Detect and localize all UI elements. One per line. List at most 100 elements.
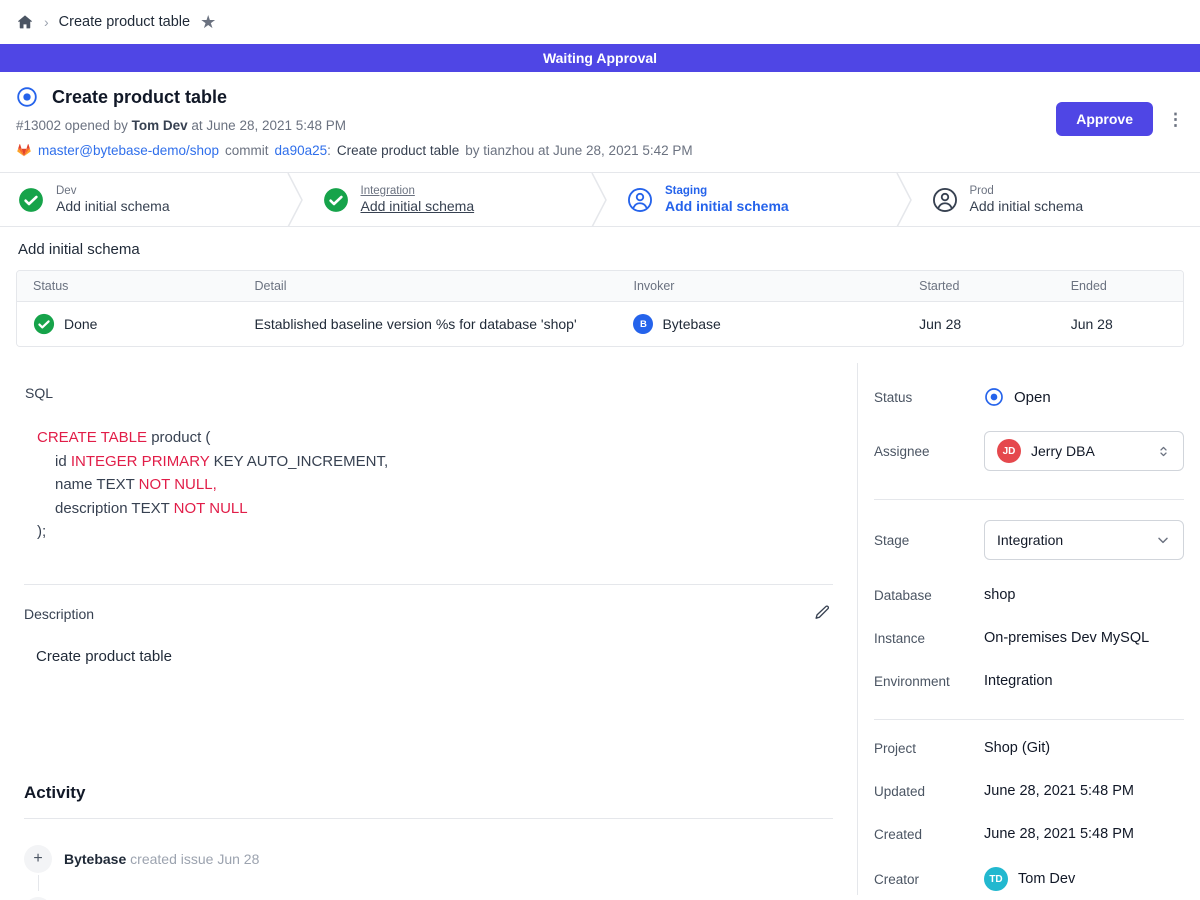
task-ended: Jun 28 xyxy=(1055,305,1183,343)
task-table: Status Detail Invoker Started Ended Done… xyxy=(16,270,1184,347)
created-label: Created xyxy=(874,827,984,842)
database-label: Database xyxy=(874,588,984,603)
assignee-label: Assignee xyxy=(874,444,984,459)
activity-actor: Bytebase xyxy=(64,851,126,867)
stage-separator xyxy=(896,173,914,227)
stage-select[interactable]: Integration xyxy=(984,520,1184,560)
check-circle-icon xyxy=(33,313,55,335)
invoker-avatar: B xyxy=(633,314,653,334)
plus-icon: + xyxy=(24,845,52,873)
issue-body: SQL CREATE TABLE product ( id INTEGER PR… xyxy=(0,363,857,895)
commit-message: Create product table xyxy=(337,143,459,158)
check-circle-icon xyxy=(18,187,44,213)
page-title: Create product table xyxy=(52,87,227,108)
created-value: June 28, 2021 5:48 PM xyxy=(984,826,1184,842)
sql-line: CREATE TABLE product ( xyxy=(37,426,833,450)
commit-line: master@bytebase-demo/shop commit da90a25… xyxy=(16,142,1184,158)
assignee-select[interactable]: JD Jerry DBA xyxy=(984,431,1184,471)
chevron-updown-icon xyxy=(1156,444,1171,459)
stage-prod[interactable]: Prod Add initial schema xyxy=(914,173,1200,226)
assignee-avatar: JD xyxy=(997,439,1021,463)
issue-header: Create product table #13002 opened by To… xyxy=(0,72,1200,173)
more-actions-icon[interactable]: ⋮ xyxy=(1167,111,1184,128)
stage-task-label: Add initial schema xyxy=(970,198,1084,214)
approve-button[interactable]: Approve xyxy=(1056,102,1153,136)
edit-description-button[interactable] xyxy=(812,602,833,626)
updated-value: June 28, 2021 5:48 PM xyxy=(984,783,1184,799)
sql-line: ); xyxy=(37,520,833,544)
status-banner: Waiting Approval xyxy=(0,44,1200,72)
breadcrumb-current[interactable]: Create product table xyxy=(59,14,190,30)
stage-dev[interactable]: Dev Add initial schema xyxy=(0,173,287,226)
status-banner-text: Waiting Approval xyxy=(543,50,657,66)
breadcrumb: › Create product table ★ xyxy=(0,0,1200,44)
stage-env-label: Integration xyxy=(361,185,475,197)
branch-link[interactable]: master@bytebase-demo/shop xyxy=(38,143,219,158)
creator-label: Creator xyxy=(874,872,984,887)
chevron-down-icon xyxy=(1155,532,1171,548)
stage-task-label: Add initial schema xyxy=(665,198,789,214)
table-row[interactable]: Done Established baseline version %s for… xyxy=(17,301,1183,346)
instance-value: On-premises Dev MySQL xyxy=(984,630,1184,646)
stage-env-label: Prod xyxy=(970,185,1084,197)
environment-value: Integration xyxy=(984,673,1184,689)
project-value[interactable]: Shop (Git) xyxy=(984,740,1184,756)
creator-value: Tom Dev xyxy=(1018,871,1075,887)
issue-open-icon xyxy=(16,86,38,108)
activity-entry: + Bytebase created issue Jun 28 xyxy=(24,845,833,873)
status-value: Open xyxy=(1014,389,1051,406)
home-icon[interactable] xyxy=(16,13,34,31)
stage-value: Integration xyxy=(997,532,1145,548)
stage-env-label: Staging xyxy=(665,185,789,197)
task-detail: Established baseline version %s for data… xyxy=(239,305,618,343)
stage-task-label: Add initial schema xyxy=(56,198,170,214)
task-invoker: Bytebase xyxy=(662,316,720,332)
commit-word: commit xyxy=(225,143,269,158)
issue-open-icon xyxy=(984,387,1004,407)
sql-line: description TEXT NOT NULL xyxy=(55,497,833,521)
description-label: Description xyxy=(24,606,94,622)
breadcrumb-chevron-icon: › xyxy=(44,14,49,30)
stage-staging[interactable]: Staging Add initial schema xyxy=(609,173,896,226)
divider xyxy=(24,584,833,585)
col-detail: Detail xyxy=(239,271,618,301)
sql-line: id INTEGER PRIMARY KEY AUTO_INCREMENT, xyxy=(55,450,833,474)
stage-integration[interactable]: Integration Add initial schema xyxy=(305,173,592,226)
sql-line: name TEXT NOT NULL, xyxy=(55,473,833,497)
divider xyxy=(874,719,1184,720)
gitlab-icon xyxy=(16,142,32,158)
issue-author: Tom Dev xyxy=(132,118,188,133)
col-status: Status xyxy=(17,271,239,301)
divider xyxy=(874,499,1184,500)
check-circle-icon xyxy=(323,187,349,213)
timeline-dot xyxy=(24,897,52,900)
divider xyxy=(24,818,833,819)
col-ended: Ended xyxy=(1055,271,1183,301)
activity-action: created issue Jun 28 xyxy=(130,851,259,867)
commit-hash-link[interactable]: da90a25 xyxy=(275,143,328,158)
project-label: Project xyxy=(874,741,984,756)
stage-label: Stage xyxy=(874,533,984,548)
commit-suffix: by tianzhou at June 28, 2021 5:42 PM xyxy=(465,143,692,158)
description-content[interactable]: Create product table xyxy=(36,648,833,665)
col-invoker: Invoker xyxy=(617,271,903,301)
instance-label: Instance xyxy=(874,631,984,646)
person-circle-icon xyxy=(932,187,958,213)
creator-avatar: TD xyxy=(984,867,1008,891)
commit-colon: : xyxy=(327,143,331,158)
stage-task-label: Add initial schema xyxy=(361,198,475,214)
issue-meta-prefix: #13002 opened by xyxy=(16,118,128,133)
pipeline: Dev Add initial schema Integration Add i… xyxy=(0,173,1200,227)
database-value: shop xyxy=(984,587,1184,603)
task-table-header: Status Detail Invoker Started Ended xyxy=(17,271,1183,301)
status-label: Status xyxy=(874,390,984,405)
issue-meta: #13002 opened by Tom Dev at June 28, 202… xyxy=(16,118,1184,133)
issue-sidebar: Status Open Assignee JD Jerry DBA Stage xyxy=(857,363,1200,895)
star-icon[interactable]: ★ xyxy=(200,13,216,31)
pencil-icon xyxy=(814,604,831,621)
stage-separator xyxy=(287,173,305,227)
issue-meta-suffix: at June 28, 2021 5:48 PM xyxy=(191,118,346,133)
stage-separator xyxy=(591,173,609,227)
task-status: Done xyxy=(64,316,97,332)
sql-code-block: CREATE TABLE product ( id INTEGER PRIMAR… xyxy=(37,426,833,544)
